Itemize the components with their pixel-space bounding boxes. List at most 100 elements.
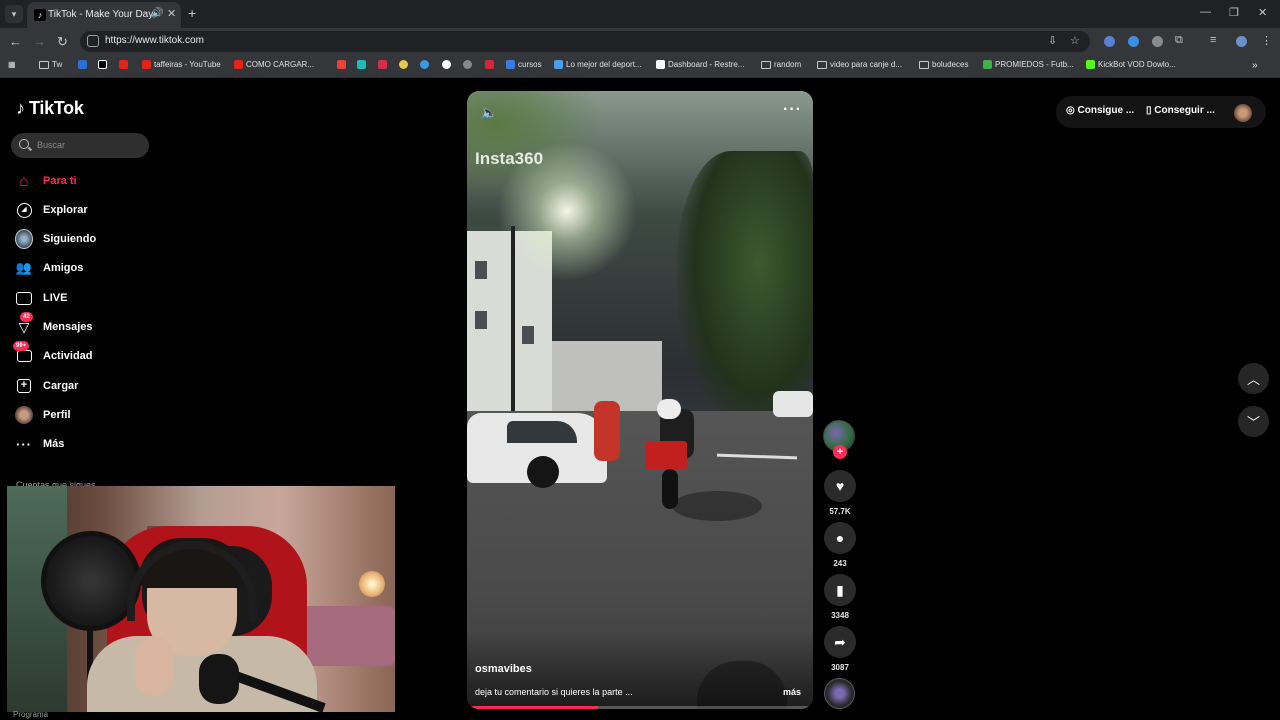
video-helmet bbox=[657, 399, 681, 419]
minimize-icon[interactable]: — bbox=[1200, 6, 1211, 18]
chevron-up-icon: ︿ bbox=[1246, 372, 1260, 387]
back-icon[interactable]: ← bbox=[9, 34, 22, 49]
sidebar-item-actividad[interactable]: 99+ Actividad bbox=[13, 341, 93, 366]
share-button[interactable]: ➦ bbox=[824, 626, 856, 658]
browser-tab[interactable]: ♪ TikTok - Make Your Day 🔊 ✕ bbox=[27, 2, 181, 28]
sidebar-item-explorar[interactable]: ◢ Explorar bbox=[15, 200, 88, 220]
search-placeholder: Buscar bbox=[37, 140, 66, 150]
bookmark-favicon-icon bbox=[420, 60, 429, 69]
bookmark-item[interactable] bbox=[337, 60, 346, 69]
new-tab-icon[interactable]: + bbox=[188, 5, 196, 21]
tab-close-icon[interactable]: ✕ bbox=[167, 7, 176, 20]
activity-icon: 99+ bbox=[13, 341, 33, 365]
bookmark-item[interactable]: PROMIEDOS - Futb... bbox=[983, 60, 1074, 69]
translate-extension-icon[interactable] bbox=[1104, 36, 1115, 47]
next-video-button[interactable]: ﹀ bbox=[1238, 406, 1269, 437]
previous-video-button[interactable]: ︿ bbox=[1238, 363, 1269, 394]
bookmark-favicon-icon bbox=[399, 60, 408, 69]
bookmarks-overflow-icon[interactable]: » bbox=[1252, 60, 1258, 71]
sidebar-item-label: Perfil bbox=[43, 409, 71, 421]
youtube-icon bbox=[142, 60, 151, 69]
bookmark-favicon-icon bbox=[78, 60, 87, 69]
bookmark-folder[interactable]: boludeces bbox=[919, 60, 968, 69]
bookmark-item[interactable] bbox=[399, 60, 408, 69]
follow-plus-icon[interactable]: + bbox=[833, 445, 847, 459]
bookmark-item[interactable]: cursos bbox=[506, 60, 542, 69]
sidebar-item-perfil[interactable]: Perfil bbox=[15, 405, 71, 425]
get-app-button[interactable]: ▯ Conseguir ... bbox=[1146, 105, 1215, 116]
video-player[interactable]: Insta360 🔈 ··· osmavibes deja tu comenta… bbox=[467, 91, 813, 709]
bookmark-item[interactable] bbox=[98, 60, 107, 69]
bookmark-item[interactable]: Lo mejor del deport... bbox=[554, 60, 642, 69]
bookmark-item[interactable]: KickBot VOD Dowlo... bbox=[1086, 60, 1176, 69]
video-shadow bbox=[672, 491, 762, 521]
restore-icon[interactable]: ❐ bbox=[1229, 6, 1239, 19]
sidebar-item-mas[interactable]: ··· Más bbox=[15, 434, 64, 454]
comment-button[interactable]: ● bbox=[824, 522, 856, 554]
audio-playing-icon[interactable]: 🔊 bbox=[151, 8, 163, 19]
tiktok-logo-icon: ♪ bbox=[16, 98, 25, 118]
bookmark-item[interactable] bbox=[78, 60, 87, 69]
media-controls-icon[interactable]: ≡ bbox=[1210, 34, 1216, 46]
logo-text: TikTok bbox=[29, 98, 84, 118]
url-text[interactable]: https://www.tiktok.com bbox=[105, 35, 204, 46]
bookmark-item[interactable]: taffeiras - YouTube bbox=[142, 60, 221, 69]
bookmark-item[interactable] bbox=[119, 60, 128, 69]
user-avatar[interactable] bbox=[1234, 104, 1252, 122]
extension-icon[interactable] bbox=[1152, 36, 1163, 47]
search-input[interactable]: Buscar bbox=[11, 133, 149, 158]
tab-search-icon[interactable]: ▾ bbox=[5, 5, 23, 23]
bookmark-item[interactable]: COMO CARGAR... bbox=[234, 60, 314, 69]
bookmark-item[interactable] bbox=[463, 60, 472, 69]
forward-icon[interactable]: → bbox=[33, 34, 46, 49]
extensions-puzzle-icon[interactable]: ⧉ bbox=[1175, 34, 1183, 47]
profile-avatar[interactable] bbox=[1236, 36, 1247, 47]
site-info-icon[interactable] bbox=[87, 35, 99, 47]
browser-menu-icon[interactable]: ⋮ bbox=[1261, 34, 1272, 47]
bookmark-star-icon[interactable]: ☆ bbox=[1070, 34, 1080, 47]
live-icon bbox=[15, 289, 33, 307]
bookmark-item[interactable]: Tw bbox=[39, 60, 62, 69]
bookmark-item[interactable] bbox=[420, 60, 429, 69]
address-bar[interactable]: https://www.tiktok.com ⇩ ☆ bbox=[80, 31, 1090, 52]
video-username[interactable]: osmavibes bbox=[475, 663, 532, 675]
bookmark-item[interactable] bbox=[357, 60, 366, 69]
video-more-options-icon[interactable]: ··· bbox=[783, 101, 802, 119]
tiktok-logo[interactable]: ♪ TikTok bbox=[16, 98, 84, 119]
get-coins-button[interactable]: ◎ Consigue ... bbox=[1066, 105, 1134, 116]
description-more-link[interactable]: más bbox=[783, 687, 801, 697]
bookmark-item[interactable]: Dashboard - Restre... bbox=[656, 60, 744, 69]
sidebar-item-label: Para ti bbox=[43, 175, 77, 187]
search-icon bbox=[19, 139, 29, 149]
bookmark-folder[interactable]: random bbox=[761, 60, 801, 69]
sidebar-item-para-ti[interactable]: ⌂ Para ti bbox=[15, 171, 77, 191]
bookmark-folder[interactable]: video para canje d... bbox=[817, 60, 902, 69]
video-car-window bbox=[507, 421, 577, 443]
save-button[interactable]: ▮ bbox=[824, 574, 856, 606]
extension-icon[interactable] bbox=[1128, 36, 1139, 47]
sidebar-item-amigos[interactable]: 👥 Amigos bbox=[15, 258, 83, 278]
messages-icon: ▽ 42 bbox=[15, 312, 33, 336]
sidebar-item-label: Cargar bbox=[43, 380, 79, 392]
like-button[interactable]: ♥ bbox=[824, 470, 856, 502]
upload-icon: + bbox=[15, 377, 33, 395]
install-app-icon[interactable]: ⇩ bbox=[1048, 34, 1057, 47]
reload-icon[interactable]: ↻ bbox=[57, 34, 68, 50]
sidebar-item-live[interactable]: LIVE bbox=[15, 288, 67, 308]
bookmark-item[interactable] bbox=[485, 60, 494, 69]
bookmark-item[interactable] bbox=[442, 60, 451, 69]
home-icon: ⌂ bbox=[19, 172, 29, 190]
sidebar-item-cargar[interactable]: + Cargar bbox=[15, 376, 78, 396]
webcam-fan bbox=[41, 531, 141, 631]
bookmark-item[interactable] bbox=[378, 60, 387, 69]
close-window-icon[interactable]: ✕ bbox=[1258, 6, 1267, 19]
apps-grid-icon[interactable]: ▦ bbox=[8, 60, 16, 69]
sidebar-item-mensajes[interactable]: ▽ 42 Mensajes bbox=[15, 312, 93, 337]
sound-icon[interactable]: 🔈 bbox=[481, 105, 497, 121]
restream-icon bbox=[656, 60, 665, 69]
video-motorcycle bbox=[662, 469, 678, 509]
music-disc-icon[interactable] bbox=[824, 678, 855, 709]
bookmark-icon: ▮ bbox=[836, 581, 844, 598]
sidebar-item-siguiendo[interactable]: Siguiendo bbox=[15, 229, 96, 249]
video-progress-bar[interactable] bbox=[467, 706, 813, 709]
